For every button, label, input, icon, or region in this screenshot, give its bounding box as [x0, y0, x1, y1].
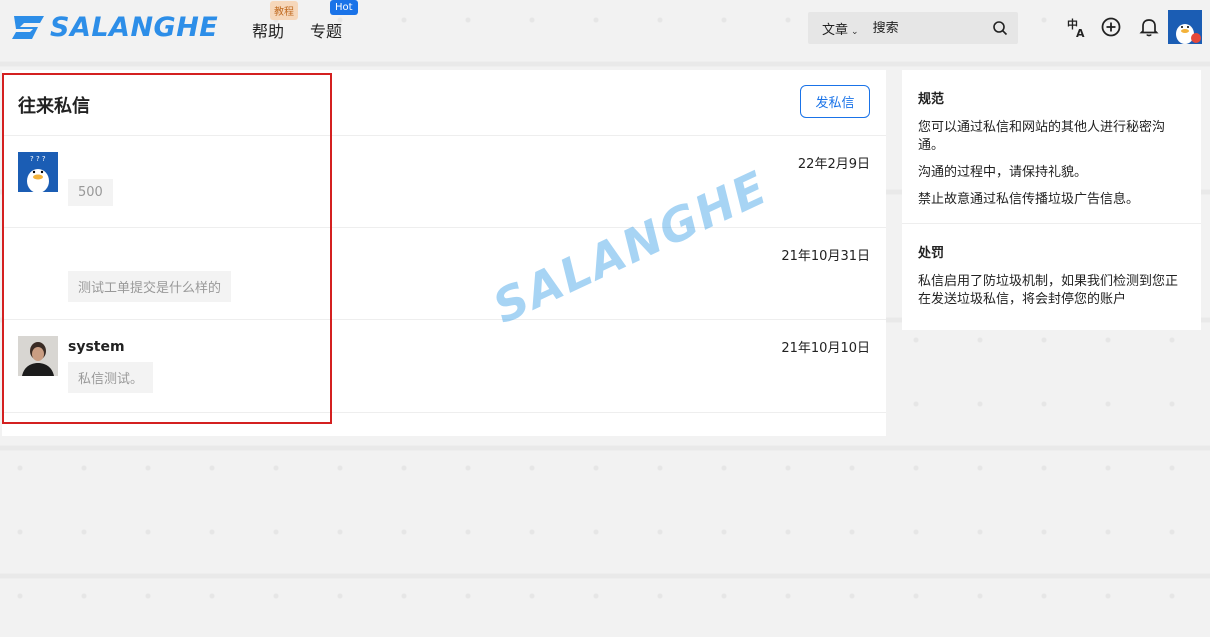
logo-text: SALANGHE [50, 11, 219, 43]
search-input[interactable] [872, 20, 983, 36]
avatar: ? ? ? [18, 152, 58, 192]
chevron-down-icon: ⌄ [851, 26, 859, 37]
svg-text:? ? ?: ? ? ? [30, 155, 46, 163]
sidebar-panel: 规范 您可以通过私信和网站的其他人进行秘密沟通。 沟通的过程中，请保持礼貌。 禁… [902, 70, 1201, 330]
penalty-text: 私信启用了防垃圾机制，如果我们检测到您正在发送垃圾私信，将会封停您的账户 [918, 274, 1179, 307]
message-preview: 500 [68, 179, 113, 206]
search-icon[interactable] [992, 20, 1008, 36]
nav-help[interactable]: 帮助 [252, 18, 284, 42]
user-avatar[interactable] [1168, 10, 1202, 44]
page-title: 往来私信 [18, 96, 90, 117]
search-type-select[interactable]: 文章 ⌄ [822, 19, 859, 38]
nav-topic[interactable]: 专题 [310, 18, 342, 42]
messages-panel: 往来私信 发私信 ? ? ? 500 22年2月9日 测试工单提交是什么样的 2… [2, 70, 886, 436]
rule-text: 您可以通过私信和网站的其他人进行秘密沟通。 [918, 120, 1166, 153]
sender-name: system [68, 339, 125, 355]
translate-icon[interactable]: 中 A [1066, 16, 1088, 38]
message-row[interactable]: system 私信测试。 21年10月10日 [2, 320, 886, 412]
search-box: 文章 ⌄ [808, 12, 1018, 44]
duck-avatar-icon: ? ? ? [18, 152, 58, 192]
rule-text: 禁止故意通过私信传播垃圾广告信息。 [918, 192, 1140, 207]
message-date: 21年10月10日 [781, 341, 870, 356]
logo-mark-icon [12, 16, 44, 39]
top-header: SALANGHE 教程 帮助 Hot 专题 文章⌄ 中 A [0, 0, 1210, 58]
message-date: 22年2月9日 [797, 157, 870, 172]
rules-section: 规范 您可以通过私信和网站的其他人进行秘密沟通。 沟通的过程中，请保持礼貌。 禁… [918, 88, 1186, 218]
divider [902, 223, 1201, 224]
site-logo[interactable]: SALANGHE [10, 10, 218, 44]
svg-text:A: A [1076, 27, 1085, 38]
person-avatar-icon [18, 336, 58, 376]
plus-circle-icon[interactable] [1100, 16, 1122, 38]
hot-badge: Hot [330, 0, 358, 15]
message-preview: 测试工单提交是什么样的 [68, 271, 232, 302]
avatar [18, 336, 58, 376]
message-preview: 私信测试。 [68, 362, 154, 393]
rule-text: 沟通的过程中，请保持礼貌。 [918, 165, 1088, 180]
duck-avatar-icon [1168, 10, 1202, 44]
message-row[interactable]: ? ? ? 500 22年2月9日 [2, 136, 886, 228]
message-row[interactable]: 测试工单提交是什么样的 21年10月31日 [2, 228, 886, 320]
search-type-label: 文章 [822, 22, 849, 38]
rules-title: 规范 [918, 92, 945, 107]
divider [2, 412, 886, 413]
penalty-section: 处罚 私信启用了防垃圾机制，如果我们检测到您正在发送垃圾私信，将会封停您的账户 [918, 242, 1186, 318]
message-date: 21年10月31日 [781, 249, 870, 264]
bell-icon[interactable] [1138, 16, 1160, 38]
send-message-button[interactable]: 发私信 [800, 85, 870, 118]
penalty-title: 处罚 [918, 246, 945, 261]
